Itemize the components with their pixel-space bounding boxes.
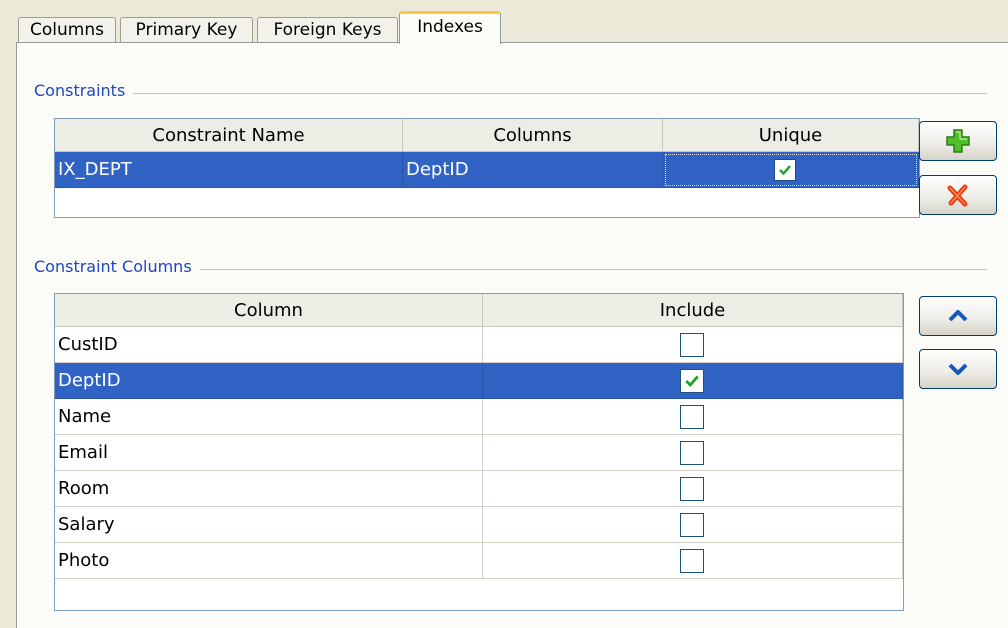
constraints-divider — [37, 93, 987, 94]
include-checkbox[interactable] — [680, 405, 704, 429]
constraint-columns-cell[interactable]: DeptID — [403, 152, 663, 188]
add-icon — [946, 129, 970, 153]
tab-primary-key[interactable]: Primary Key — [120, 17, 253, 43]
include-checkbox[interactable] — [680, 549, 704, 573]
constraint-columns-title: Constraint Columns — [34, 257, 200, 276]
include-cell[interactable] — [483, 471, 903, 507]
header-columns[interactable]: Columns — [403, 119, 663, 152]
include-checkbox[interactable] — [680, 369, 704, 393]
include-cell[interactable] — [483, 507, 903, 543]
column-name-cell[interactable]: Email — [55, 435, 483, 471]
include-checkbox[interactable] — [680, 477, 704, 501]
table-row[interactable]: DeptID — [55, 363, 903, 399]
check-icon — [685, 375, 699, 388]
column-name-cell[interactable]: Name — [55, 399, 483, 435]
column-name-cell[interactable]: Room — [55, 471, 483, 507]
column-name-cell[interactable]: Photo — [55, 543, 483, 579]
header-column[interactable]: Column — [55, 294, 483, 327]
include-cell[interactable] — [483, 327, 903, 363]
column-name-cell[interactable]: CustID — [55, 327, 483, 363]
table-row[interactable]: Salary — [55, 507, 903, 543]
unique-cell[interactable] — [663, 152, 919, 188]
tab-indexes[interactable]: Indexes — [399, 11, 501, 44]
table-row[interactable]: CustID — [55, 327, 903, 363]
table-row[interactable]: Room — [55, 471, 903, 507]
constraints-table: Constraint Name Columns Unique IX_DEPT D… — [54, 118, 920, 218]
tab-foreign-keys[interactable]: Foreign Keys — [257, 17, 398, 43]
add-constraint-button[interactable] — [919, 121, 997, 161]
table-row[interactable]: Photo — [55, 543, 903, 579]
header-include[interactable]: Include — [483, 294, 903, 327]
constraints-title: Constraints — [34, 81, 134, 100]
column-name-cell[interactable]: Salary — [55, 507, 483, 543]
include-cell[interactable] — [483, 399, 903, 435]
header-constraint-name[interactable]: Constraint Name — [55, 119, 403, 152]
indexes-panel: Constraints Constraint Name Columns Uniq… — [16, 42, 1008, 628]
constraint-name-cell[interactable]: IX_DEPT — [55, 152, 403, 188]
arrow-up-icon — [948, 310, 968, 322]
move-down-button[interactable] — [919, 349, 997, 389]
move-up-button[interactable] — [919, 296, 997, 336]
table-row[interactable]: Name — [55, 399, 903, 435]
include-cell[interactable] — [483, 543, 903, 579]
header-unique[interactable]: Unique — [663, 119, 919, 152]
tab-columns[interactable]: Columns — [18, 17, 116, 43]
tab-strip: Columns Primary Key Foreign Keys Indexes — [0, 0, 1008, 44]
table-row[interactable]: IX_DEPT DeptID — [55, 152, 919, 188]
check-icon — [779, 165, 791, 176]
include-checkbox[interactable] — [680, 441, 704, 465]
arrow-down-icon — [948, 363, 968, 375]
include-cell[interactable] — [483, 363, 903, 399]
unique-checkbox[interactable] — [774, 159, 796, 181]
delete-icon — [947, 184, 968, 207]
include-checkbox[interactable] — [680, 333, 704, 357]
include-checkbox[interactable] — [680, 513, 704, 537]
constraint-columns-table: Column Include CustID DeptID Name Email Room… — [54, 293, 904, 611]
include-cell[interactable] — [483, 435, 903, 471]
column-name-cell[interactable]: DeptID — [55, 363, 483, 399]
delete-constraint-button[interactable] — [919, 175, 997, 215]
table-row[interactable]: Email — [55, 435, 903, 471]
